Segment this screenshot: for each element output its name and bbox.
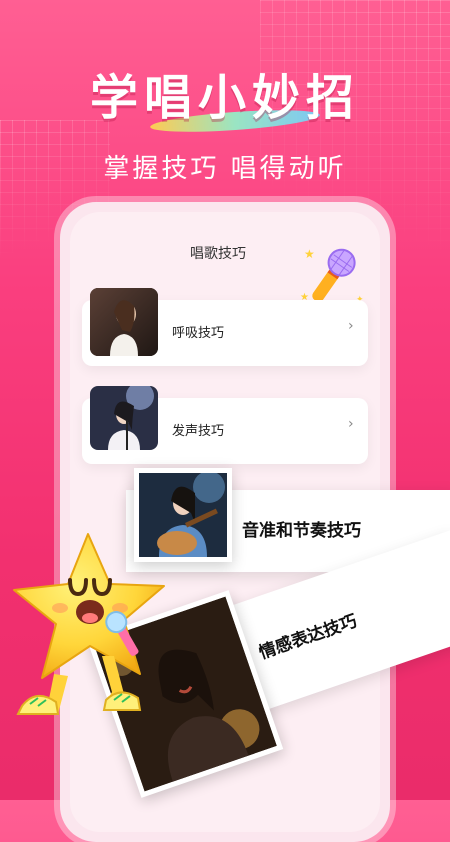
star-mascot bbox=[2, 528, 192, 728]
list-item-label: 呼吸技巧 bbox=[172, 326, 225, 341]
list-item-label: 发声技巧 bbox=[172, 424, 225, 439]
svg-text:★: ★ bbox=[304, 247, 315, 261]
chevron-right-icon: › bbox=[348, 416, 354, 432]
feature-card-label: 音准和节奏技巧 bbox=[242, 521, 361, 541]
chevron-right-icon: › bbox=[348, 318, 354, 334]
hero-title: 学唱小妙招 bbox=[89, 70, 360, 126]
feature-card-label: 情感表达技巧 bbox=[256, 611, 360, 664]
thumbnail-singer-2 bbox=[90, 386, 158, 450]
thumbnail-singer-1 bbox=[90, 288, 158, 356]
hero-subtitle: 掌握技巧 唱得动听 bbox=[103, 154, 347, 184]
section-title: 唱歌技巧 bbox=[190, 246, 246, 262]
